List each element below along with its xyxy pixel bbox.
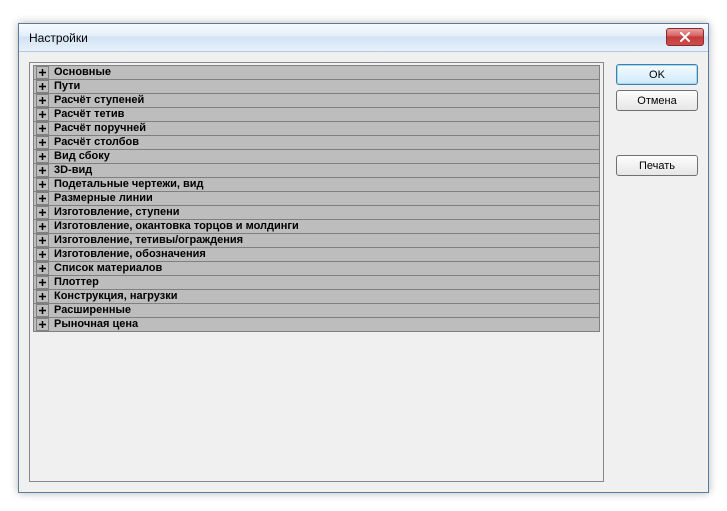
category-row[interactable]: Подетальные чертежи, вид — [33, 177, 600, 192]
expand-icon[interactable] — [36, 304, 49, 317]
category-list: ОсновныеПутиРасчёт ступенейРасчёт тетивР… — [33, 65, 600, 331]
expand-icon[interactable] — [36, 262, 49, 275]
cancel-button[interactable]: Отмена — [616, 90, 698, 111]
expand-icon[interactable] — [36, 234, 49, 247]
category-row[interactable]: Основные — [33, 65, 600, 80]
category-row[interactable]: Вид сбоку — [33, 149, 600, 164]
category-label: Список материалов — [52, 261, 162, 276]
close-icon — [679, 32, 691, 42]
category-label: Размерные линии — [52, 191, 153, 206]
expand-icon[interactable] — [36, 276, 49, 289]
category-label: Расширенные — [52, 303, 131, 318]
category-label: Конструкция, нагрузки — [52, 289, 177, 304]
category-row[interactable]: Пути — [33, 79, 600, 94]
category-label: Основные — [52, 65, 111, 80]
category-row[interactable]: 3D-вид — [33, 163, 600, 178]
category-label: Расчёт столбов — [52, 135, 139, 150]
expand-icon[interactable] — [36, 136, 49, 149]
expand-icon[interactable] — [36, 206, 49, 219]
button-column: OK Отмена Печать — [616, 62, 698, 482]
category-label: Расчёт ступеней — [52, 93, 144, 108]
client-area: ОсновныеПутиРасчёт ступенейРасчёт тетивР… — [19, 52, 708, 492]
titlebar: Настройки — [19, 24, 708, 52]
category-label: Рыночная цена — [52, 317, 138, 332]
settings-window: Настройки ОсновныеПутиРасчёт ступенейРас… — [18, 23, 709, 493]
category-label: 3D-вид — [52, 163, 92, 178]
category-label: Подетальные чертежи, вид — [52, 177, 204, 192]
category-row[interactable]: Расширенные — [33, 303, 600, 318]
category-label: Изготовление, тетивы/ограждения — [52, 233, 243, 248]
category-row[interactable]: Изготовление, обозначения — [33, 247, 600, 262]
category-row[interactable]: Размерные линии — [33, 191, 600, 206]
expand-icon[interactable] — [36, 150, 49, 163]
category-label: Расчёт поручней — [52, 121, 146, 136]
expand-icon[interactable] — [36, 122, 49, 135]
category-label: Плоттер — [52, 275, 99, 290]
category-label: Расчёт тетив — [52, 107, 124, 122]
expand-icon[interactable] — [36, 178, 49, 191]
spacer — [616, 116, 698, 150]
close-button[interactable] — [666, 28, 704, 46]
category-label: Изготовление, обозначения — [52, 247, 206, 262]
category-row[interactable]: Рыночная цена — [33, 317, 600, 332]
category-row[interactable]: Изготовление, окантовка торцов и молдинг… — [33, 219, 600, 234]
expand-icon[interactable] — [36, 80, 49, 93]
category-row[interactable]: Расчёт тетив — [33, 107, 600, 122]
category-label: Пути — [52, 79, 80, 94]
expand-icon[interactable] — [36, 66, 49, 79]
category-row[interactable]: Расчёт ступеней — [33, 93, 600, 108]
expand-icon[interactable] — [36, 192, 49, 205]
category-row[interactable]: Расчёт поручней — [33, 121, 600, 136]
print-button[interactable]: Печать — [616, 155, 698, 176]
category-row[interactable]: Изготовление, тетивы/ограждения — [33, 233, 600, 248]
expand-icon[interactable] — [36, 164, 49, 177]
category-label: Вид сбоку — [52, 149, 110, 164]
expand-icon[interactable] — [36, 248, 49, 261]
expand-icon[interactable] — [36, 290, 49, 303]
category-row[interactable]: Плоттер — [33, 275, 600, 290]
category-row[interactable]: Изготовление, ступени — [33, 205, 600, 220]
category-row[interactable]: Расчёт столбов — [33, 135, 600, 150]
category-label: Изготовление, окантовка торцов и молдинг… — [52, 219, 299, 234]
category-row[interactable]: Список материалов — [33, 261, 600, 276]
category-label: Изготовление, ступени — [52, 205, 180, 220]
window-title: Настройки — [29, 31, 88, 45]
category-row[interactable]: Конструкция, нагрузки — [33, 289, 600, 304]
category-panel: ОсновныеПутиРасчёт ступенейРасчёт тетивР… — [29, 62, 604, 482]
expand-icon[interactable] — [36, 108, 49, 121]
expand-icon[interactable] — [36, 318, 49, 331]
expand-icon[interactable] — [36, 220, 49, 233]
expand-icon[interactable] — [36, 94, 49, 107]
ok-button[interactable]: OK — [616, 64, 698, 85]
